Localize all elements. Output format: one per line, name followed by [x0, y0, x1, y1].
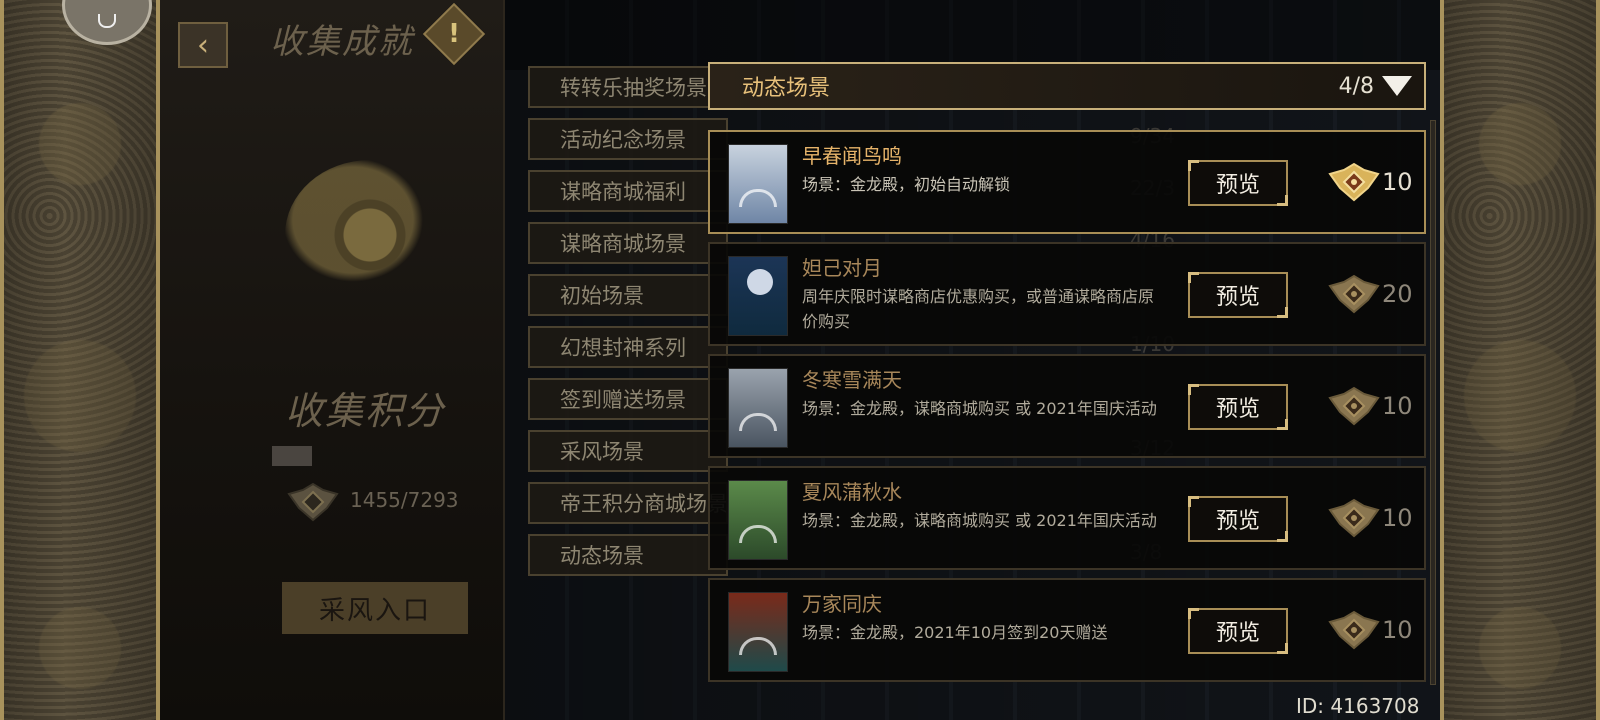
warning-icon[interactable]: ! [422, 2, 486, 66]
reward-value: 10 [1382, 616, 1413, 644]
reward-value: 10 [1382, 504, 1413, 532]
scene-title: 夏风蒲秋水 [802, 480, 902, 504]
scene-row[interactable]: 妲己对月 周年庆限时谋略商店优惠购买，或普通谋略商店原价购买 预览 20 [708, 242, 1426, 346]
scene-thumbnail [728, 144, 788, 224]
medal-icon [1326, 274, 1382, 318]
triangle-down-icon[interactable] [1382, 76, 1412, 96]
scene-description: 场景：金龙殿，谋略商城购买 或 2021年国庆活动 [802, 511, 1157, 530]
sample-entry-button[interactable]: 采风入口 [282, 582, 468, 634]
preview-button[interactable]: 预览 [1188, 272, 1288, 318]
reward-value: 20 [1382, 280, 1413, 308]
category-item[interactable]: 谋略商城福利 [528, 170, 728, 212]
right-decorative-border [1440, 0, 1600, 720]
scene-title: 冬寒雪满天 [802, 368, 902, 392]
scene-description: 周年庆限时谋略商店优惠购买，或普通谋略商店原价购买 [802, 287, 1155, 331]
scene-thumbnail [728, 592, 788, 672]
reward-value: 10 [1382, 168, 1413, 196]
scene-thumbnail [728, 256, 788, 336]
dropdown-title: 动态场景 [742, 76, 831, 101]
score-value: 1455/7293 [350, 488, 459, 512]
category-item[interactable]: 动态场景 [528, 534, 728, 576]
left-column: ‹ 收集成就 ! 收集积分 1455/7293 采风入口 [160, 0, 505, 720]
category-item[interactable]: 帝王积分商城场景 [528, 482, 728, 524]
scene-row[interactable]: 夏风蒲秋水 场景：金龙殿，谋略商城购买 或 2021年国庆活动 预览 10 [708, 466, 1426, 570]
scene-title: 万家同庆 [802, 592, 882, 616]
preview-button[interactable]: 预览 [1188, 608, 1288, 654]
page-title: 收集成就 [270, 22, 414, 62]
scene-list: 早春闻鸟鸣 场景：金龙殿，初始自动解锁 预览 10 妲己对月 周年庆限时谋略商店… [708, 130, 1426, 690]
bulb-icon [98, 14, 116, 28]
category-item[interactable]: 活动纪念场景 [528, 118, 728, 160]
bridge-icon [739, 413, 777, 431]
dropdown-count: 4/8 [1338, 73, 1374, 99]
scene-description: 场景：金龙殿，谋略商城购买 或 2021年国庆活动 [802, 399, 1157, 418]
medal-icon [1326, 386, 1382, 430]
chevron-left-icon: ‹ [197, 27, 209, 63]
reward-value: 10 [1382, 392, 1413, 420]
medal-icon [1326, 162, 1382, 206]
preview-button[interactable]: 预览 [1188, 384, 1288, 430]
medal-icon [1326, 610, 1382, 654]
preview-button[interactable]: 预览 [1188, 496, 1288, 542]
category-item[interactable]: 幻想封神系列 [528, 326, 728, 368]
dropdown-count-wrap: 4/8 [1339, 74, 1412, 99]
bridge-icon [739, 525, 777, 543]
back-button[interactable]: ‹ [178, 22, 228, 68]
scene-thumbnail [728, 368, 788, 448]
scene-dropdown-panel: 动态场景 4/8 早春闻鸟鸣 场景：金龙殿，初始自动解锁 预览 10 妲己对月 … [708, 62, 1426, 682]
scene-row[interactable]: 冬寒雪满天 场景：金龙殿，谋略商城购买 或 2021年国庆活动 预览 10 [708, 354, 1426, 458]
category-item[interactable]: 转转乐抽奖场景 [528, 66, 728, 108]
left-decorative-border [0, 0, 160, 720]
score-title: 收集积分 [285, 389, 446, 433]
scene-row[interactable]: 早春闻鸟鸣 场景：金龙殿，初始自动解锁 预览 10 [708, 130, 1426, 234]
bridge-icon [739, 189, 777, 207]
preview-button[interactable]: 预览 [1188, 160, 1288, 206]
scene-description: 场景：金龙殿，初始自动解锁 [802, 175, 1011, 194]
scene-row[interactable]: 万家同庆 场景：金龙殿，2021年10月签到20天赠送 预览 10 [708, 578, 1426, 682]
scene-description: 场景：金龙殿，2021年10月签到20天赠送 [802, 623, 1108, 642]
score-marker [272, 446, 312, 466]
player-id: ID: 4163708 [1296, 694, 1420, 718]
dropdown-header[interactable]: 动态场景 4/8 [708, 62, 1426, 110]
scene-thumbnail [728, 480, 788, 560]
category-list: 转转乐抽奖场景 活动纪念场景 谋略商城福利 谋略商城场景 初始场景幻想封神系列 签到赠送场… [528, 66, 728, 586]
category-item[interactable]: 初始场景 [528, 274, 728, 316]
scrollbar[interactable] [1430, 120, 1436, 685]
medal-icon [1326, 498, 1382, 542]
scene-title: 早春闻鸟鸣 [802, 144, 902, 168]
dragon-emblem-icon [285, 160, 455, 310]
medal-icon [285, 482, 341, 526]
category-item[interactable]: 采风场景 [528, 430, 728, 472]
moon-icon [747, 269, 773, 295]
category-item[interactable]: 签到赠送场景 [528, 378, 728, 420]
category-item[interactable]: 谋略商城场景 [528, 222, 728, 264]
scene-title: 妲己对月 [802, 256, 882, 280]
bridge-icon [739, 637, 777, 655]
